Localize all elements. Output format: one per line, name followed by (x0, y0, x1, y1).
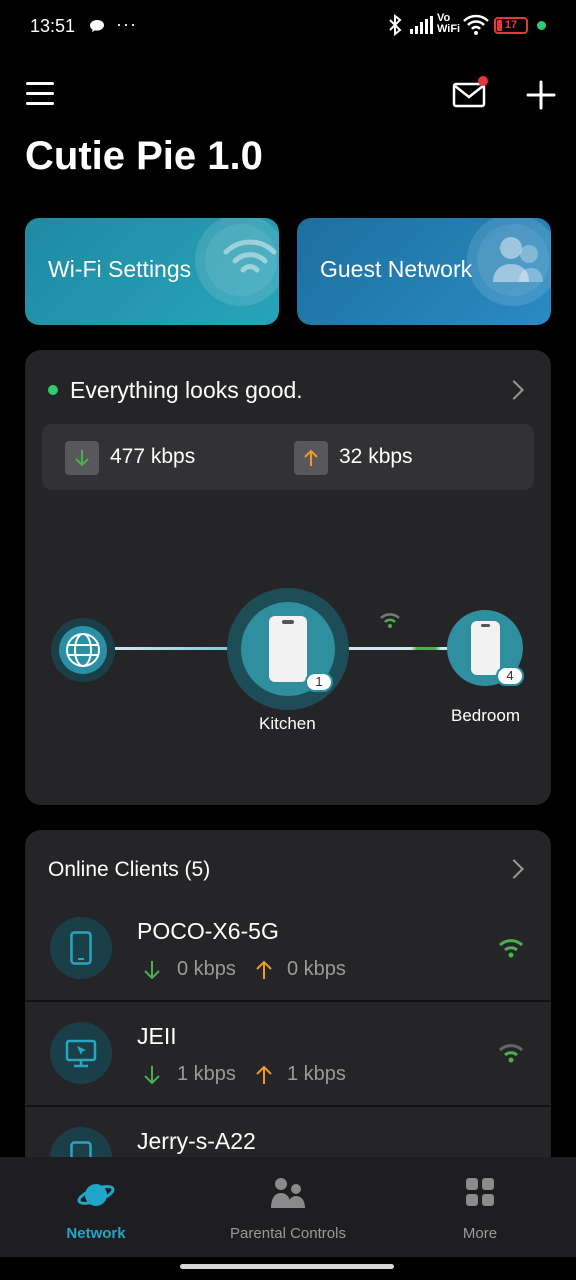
grid-icon (466, 1178, 494, 1206)
kitchen-label: Kitchen (259, 714, 316, 733)
add-button[interactable] (526, 80, 556, 110)
internet-link-line (115, 647, 235, 650)
vowifi-line2: WiFi (437, 23, 461, 35)
battery-icon: 17 (494, 17, 528, 34)
messages-button[interactable] (452, 76, 488, 108)
speed-summary: 477 kbps 32 kbps (42, 424, 534, 490)
bottom-navigation: Network Parental Controls More (0, 1157, 576, 1257)
client-name: JEII (137, 1023, 177, 1049)
more-notifications-icon: ··· (116, 14, 137, 34)
kitchen-node[interactable]: 1 (227, 588, 349, 710)
client-row[interactable]: POCO-X6-5G 0 kbps 0 kbps (25, 900, 551, 1005)
bluetooth-icon (389, 14, 402, 36)
guests-icon (493, 237, 543, 282)
tab-parental-controls-label: Parental Controls (230, 1225, 346, 1242)
guest-network-tile[interactable]: Guest Network (297, 218, 551, 325)
client-download: 0 kbps (177, 958, 236, 980)
chevron-right-icon[interactable] (504, 859, 524, 879)
status-time: 13:51 (30, 16, 76, 36)
wifi-icon (223, 239, 277, 273)
menu-button[interactable] (26, 82, 54, 106)
kitchen-client-count: 1 (305, 672, 333, 692)
tab-network-label: Network (66, 1225, 126, 1242)
tab-more-label: More (462, 1225, 498, 1242)
online-clients-title[interactable]: Online Clients (5) (48, 858, 210, 882)
unread-badge (478, 76, 488, 86)
client-download: 1 kbps (177, 1063, 236, 1085)
upload-arrow-icon (256, 960, 272, 979)
client-name: Jerry-s-A22 (137, 1128, 256, 1154)
download-speed: 477 kbps (110, 445, 196, 468)
tab-parental-controls[interactable]: Parental Controls (192, 1157, 384, 1257)
client-upload: 0 kbps (287, 958, 346, 980)
planet-icon (77, 1184, 115, 1206)
guest-network-label: Guest Network (320, 256, 473, 282)
router-device-icon (269, 616, 307, 682)
wifi-status-icon (463, 14, 489, 35)
privacy-dot (537, 21, 546, 30)
download-arrow-icon (144, 961, 160, 980)
client-name: POCO-X6-5G (137, 918, 279, 944)
bedroom-client-count: 4 (496, 666, 524, 686)
bedroom-node[interactable]: 4 (447, 610, 524, 686)
mesh-signal-icon (380, 613, 400, 628)
tab-network[interactable]: Network (0, 1157, 192, 1257)
page-title: Cutie Pie 1.0 (25, 134, 263, 178)
network-status-text: Everything looks good. (70, 377, 303, 403)
divider (25, 1000, 551, 1002)
wifi-settings-tile[interactable]: Wi-Fi Settings (25, 218, 279, 325)
status-bar: 13:51 ··· Vo WiFi 17 (0, 0, 576, 54)
phone-icon (50, 917, 112, 979)
tab-more[interactable]: More (384, 1157, 576, 1257)
bedroom-label: Bedroom (451, 706, 520, 725)
wifi-signal-icon (498, 1044, 524, 1063)
monitor-icon (50, 1022, 112, 1084)
download-arrow-icon (65, 441, 99, 475)
cell-signal-icon (410, 16, 433, 34)
upload-arrow-icon (256, 1065, 272, 1084)
chat-notification-icon (90, 20, 104, 32)
wifi-settings-label: Wi-Fi Settings (48, 256, 192, 282)
router-device-icon (471, 621, 500, 675)
upload-speed: 32 kbps (339, 445, 413, 468)
divider (25, 1105, 551, 1107)
network-status-card[interactable]: Everything looks good. 477 kbps 32 kbps … (25, 350, 551, 805)
battery-level: 17 (504, 19, 518, 31)
gesture-bar[interactable] (180, 1264, 394, 1269)
family-icon (271, 1178, 305, 1208)
chevron-right-icon (504, 380, 524, 400)
wifi-signal-icon (498, 939, 524, 958)
vowifi-indicator: Vo WiFi (437, 13, 460, 35)
mesh-link-line (333, 647, 453, 650)
download-arrow-icon (144, 1066, 160, 1085)
client-upload: 1 kbps (287, 1063, 346, 1085)
client-row[interactable]: JEII 1 kbps 1 kbps (25, 1005, 551, 1110)
internet-globe-icon[interactable] (51, 618, 115, 682)
upload-arrow-icon (294, 441, 328, 475)
status-ok-dot (48, 385, 58, 395)
